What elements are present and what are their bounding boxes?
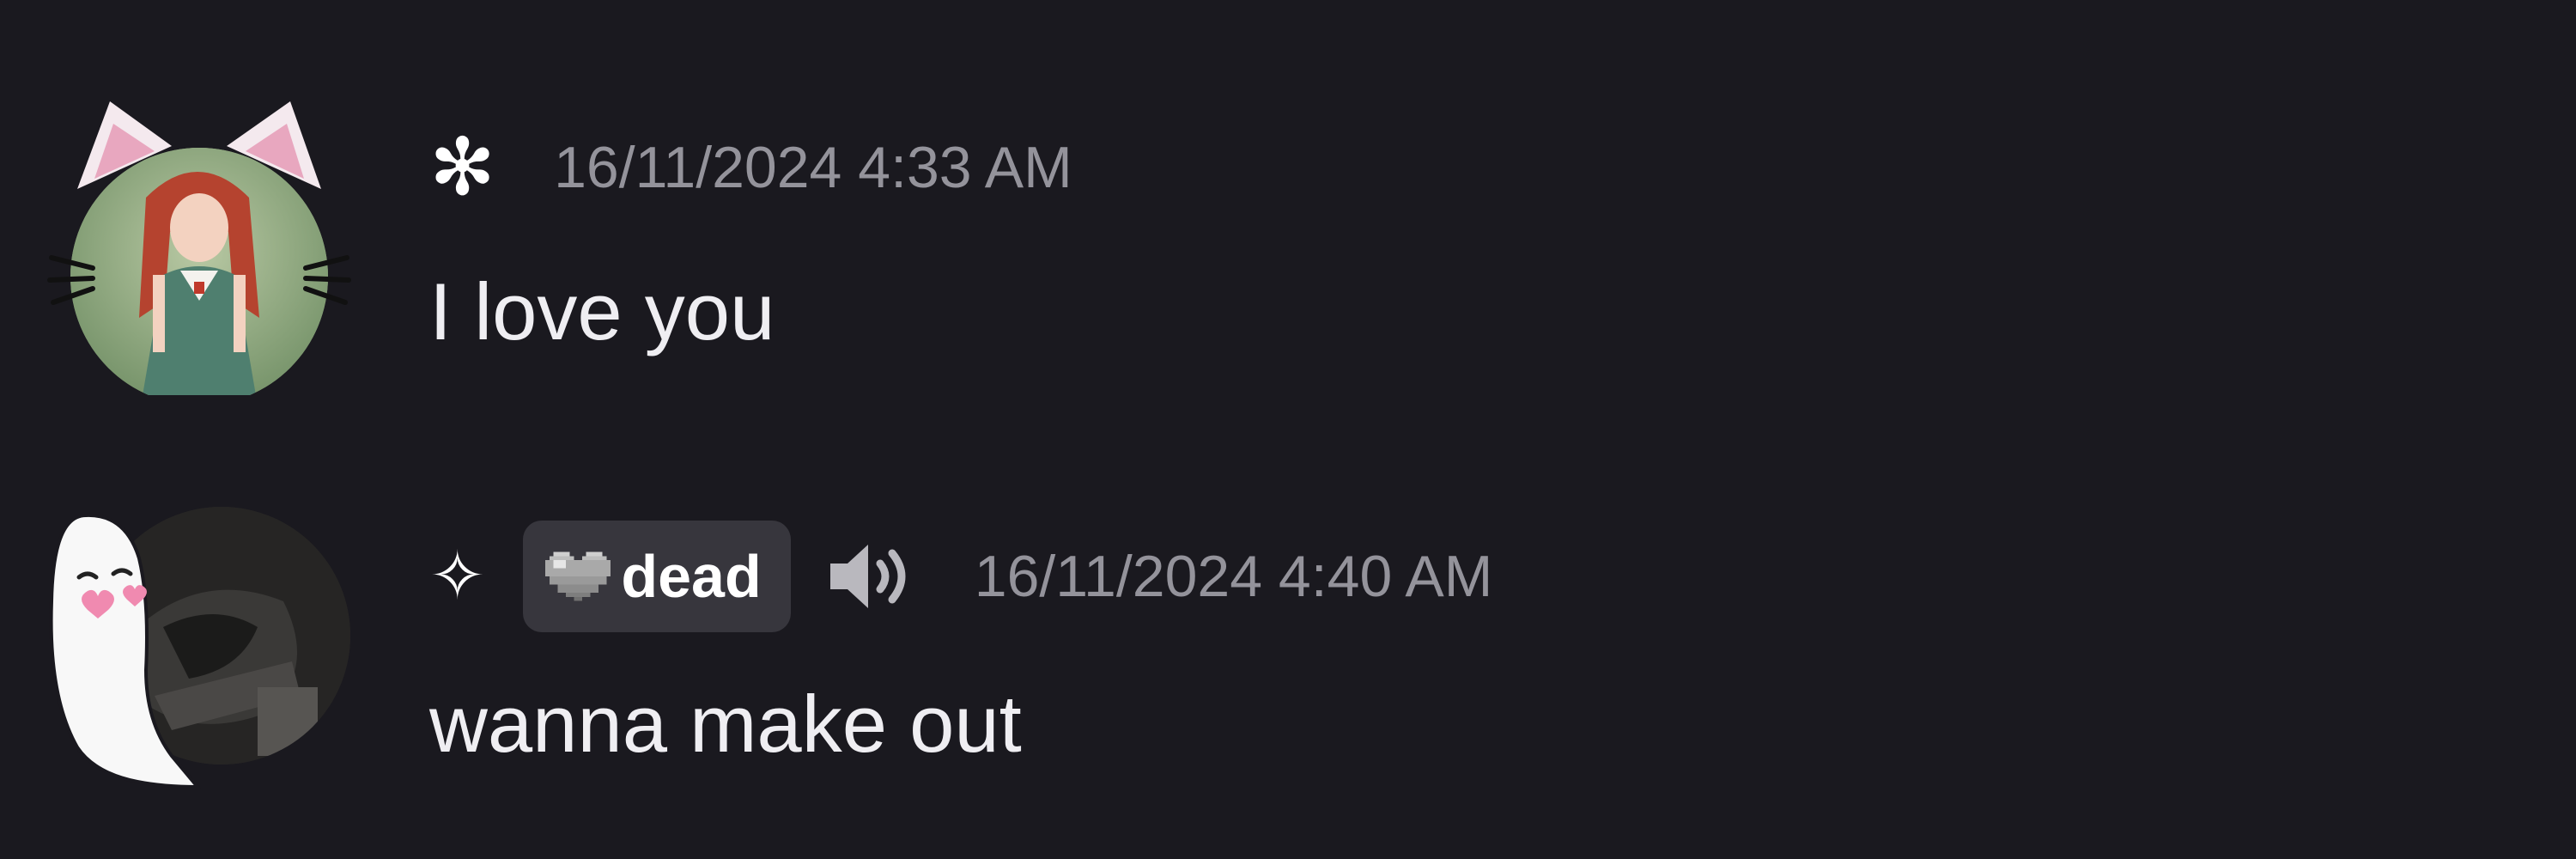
- message-text: wanna make out: [429, 679, 1022, 769]
- chat-message: ✧ dead 16/11/2024 4:40 AM wanna make out: [0, 481, 2576, 807]
- chat-message: ✻ 16/11/2024 4:33 AM I love you: [0, 86, 2576, 395]
- timestamp[interactable]: 16/11/2024 4:40 AM: [975, 543, 1493, 610]
- speaker-icon[interactable]: [825, 538, 920, 615]
- guild-tag-label: dead: [621, 543, 762, 610]
- chat-message-list: ✻ 16/11/2024 4:33 AM I love you ✧ dead 1…: [0, 0, 2576, 859]
- message-header: ✧ dead 16/11/2024 4:40 AM: [429, 521, 1493, 632]
- message-text: I love you: [429, 266, 775, 356]
- pixel-heart-icon: [545, 551, 611, 601]
- username[interactable]: ✻: [429, 128, 495, 207]
- avatar[interactable]: [43, 86, 352, 395]
- avatar[interactable]: [43, 498, 352, 807]
- timestamp[interactable]: 16/11/2024 4:33 AM: [554, 134, 1072, 201]
- message-header: ✻ 16/11/2024 4:33 AM: [429, 120, 1072, 215]
- cat-ears-anime-girl-avatar-icon: [47, 101, 351, 395]
- username[interactable]: ✧: [429, 543, 485, 610]
- guild-tag[interactable]: dead: [523, 521, 791, 632]
- ghost-dark-photo-avatar-icon: [49, 507, 350, 789]
